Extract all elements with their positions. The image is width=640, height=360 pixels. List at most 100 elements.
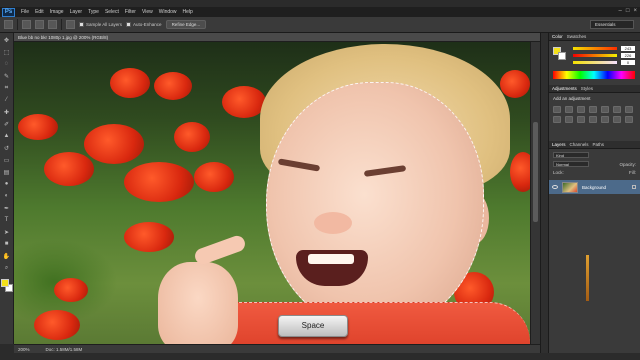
vertical-scrollbar[interactable] [530,42,540,344]
menu-help[interactable]: Help [183,9,193,15]
adjustment-icons [549,104,640,127]
poppy-flower [510,152,530,192]
sample-all-layers-label: Sample All Layers [86,22,123,27]
add-to-selection-icon[interactable] [35,20,44,29]
blue-value[interactable]: 0 [621,60,635,65]
foreground-color-swatch[interactable] [0,279,9,287]
color-spectrum[interactable] [553,71,635,79]
invert-icon[interactable] [601,116,609,123]
red-slider[interactable] [573,47,617,50]
layer-kind-select[interactable]: Kind [553,152,589,158]
photo-filter-icon[interactable] [565,116,573,123]
color-panel-tabs: Color Swatches [549,33,640,41]
green-value[interactable]: 226 [621,53,635,58]
scroll-thumb[interactable] [533,122,538,222]
menu-select[interactable]: Select [105,9,119,15]
workspace-switcher[interactable]: Essentials [590,20,634,29]
fill-label: Fill: [629,170,636,175]
hand-icon[interactable]: ✋ [2,251,12,261]
tab-layers[interactable]: Layers [552,142,566,147]
checkbox-box[interactable] [126,22,132,27]
refine-edge-button[interactable]: Refine Edge... [165,20,207,29]
levels-icon[interactable] [565,106,573,113]
poppy-flower [34,310,80,340]
menu-filter[interactable]: Filter [125,9,136,15]
cursor-highlight [586,255,589,301]
layer-name: Background [582,184,607,190]
photoshop-window: Ps File Edit Image Layer Type Select Fil… [0,0,640,360]
threshold-icon[interactable] [625,116,633,123]
color-lookup-icon[interactable] [589,116,597,123]
tab-swatches[interactable]: Swatches [567,34,587,39]
exposure-icon[interactable] [589,106,597,113]
pen-icon[interactable]: ✒ [2,203,12,213]
new-selection-icon[interactable] [22,20,31,29]
quick-selection-icon[interactable]: ✎ [2,71,12,81]
eye-icon[interactable] [552,185,558,189]
subtract-selection-icon[interactable] [48,20,57,29]
shape-icon[interactable]: ■ [2,239,12,249]
menu-window[interactable]: Window [159,9,177,15]
lasso-icon[interactable]: ◌ [2,59,12,69]
auto-enhance-checkbox[interactable]: Auto-Enhance [126,22,162,27]
poppy-flower [110,68,150,98]
crop-icon[interactable]: ⌗ [2,83,12,93]
blur-icon[interactable]: ● [2,179,12,189]
minimize-button[interactable]: – [619,8,622,14]
poppy-flower [124,162,194,202]
menu-file[interactable]: File [21,9,29,15]
green-slider[interactable] [573,54,617,57]
type-icon[interactable]: T [2,215,12,225]
posterize-icon[interactable] [613,116,621,123]
close-button[interactable]: × [633,8,637,14]
menu-layer[interactable]: Layer [70,9,83,15]
lock-label: Lock: [553,170,564,175]
color-balance-icon[interactable] [625,106,633,113]
curves-icon[interactable] [577,106,585,113]
brush-icon[interactable]: ✐ [2,119,12,129]
menu-type[interactable]: Type [88,9,99,15]
dodge-icon[interactable]: ◐ [2,191,12,201]
color-swatches[interactable] [0,279,13,293]
menu-edit[interactable]: Edit [35,9,44,15]
quick-selection-icon[interactable] [4,20,13,29]
path-selection-icon[interactable]: ➤ [2,227,12,237]
checkbox-box[interactable] [79,22,84,27]
zoom-icon[interactable]: ⌕ [2,263,12,273]
healing-icon[interactable]: ✚ [2,107,12,117]
gradient-icon[interactable]: ▤ [2,167,12,177]
brush-size-icon[interactable] [66,20,75,29]
layer-row-background[interactable]: Background [549,180,640,194]
menu-view[interactable]: View [142,9,153,15]
document-tab[interactable]: Blue bb no bkr 1080p 1.jpg @ 200% (RGB/8… [14,33,540,42]
background-color-swatch[interactable] [558,52,566,60]
lock-row: Lock: Fill: [553,170,636,175]
tab-channels[interactable]: Channels [570,142,589,147]
vibrance-icon[interactable] [601,106,609,113]
app-logo: Ps [2,7,15,17]
tab-color[interactable]: Color [552,34,563,39]
hue-saturation-icon[interactable] [613,106,621,113]
red-value[interactable]: 243 [621,46,635,51]
tab-adjustments[interactable]: Adjustments [552,86,577,91]
blend-mode-select[interactable]: Normal [553,161,589,167]
layer-thumbnail [562,181,578,193]
tab-styles[interactable]: Styles [581,86,593,91]
right-panels: Color Swatches 243 226 0 Adjustments Sty… [548,33,640,353]
eraser-icon[interactable]: ▭ [2,155,12,165]
history-brush-icon[interactable]: ↺ [2,143,12,153]
clone-stamp-icon[interactable]: ▲ [2,131,12,141]
menu-image[interactable]: Image [50,9,64,15]
zoom-level[interactable]: 200% [18,347,30,352]
tab-paths[interactable]: Paths [593,142,605,147]
sample-all-layers-checkbox[interactable]: Sample All Layers [79,22,122,27]
eyedropper-icon[interactable]: ⁄ [2,95,12,105]
move-icon[interactable]: ✥ [2,35,12,45]
marquee-icon[interactable]: ⬚ [2,47,12,57]
brightness-icon[interactable] [553,106,561,113]
blue-slider[interactable] [573,61,617,64]
image-canvas[interactable]: Space [14,42,530,344]
channel-mixer-icon[interactable] [577,116,585,123]
black-white-icon[interactable] [553,116,561,123]
maximize-button[interactable]: □ [626,8,630,14]
